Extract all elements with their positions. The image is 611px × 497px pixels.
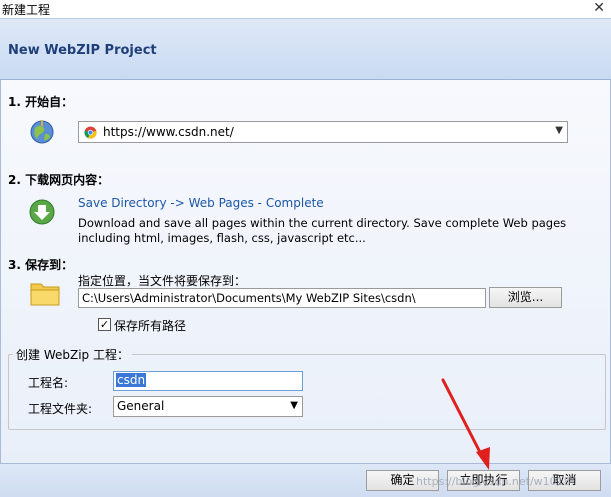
step3-label: 3. 保存到： <box>8 258 74 272</box>
save-all-paths-checkbox[interactable]: ✓ <box>98 318 111 331</box>
save-path-input[interactable]: C:\Users\Administrator\Documents\My WebZ… <box>78 288 486 308</box>
wizard-body: 1. 开始自： https://www.csdn.net/ ▼ 2. 下载网页内… <box>0 80 611 463</box>
start-url-value: https://www.csdn.net/ <box>103 125 234 139</box>
watermark-text: https://blog.csdn.net/w1018 <box>416 475 571 488</box>
save-all-paths-label: 保存所有路径 <box>114 319 187 333</box>
save-location-label: 指定位置，当文件将要保存到： <box>78 274 247 288</box>
close-icon[interactable]: ✕ <box>593 0 605 16</box>
project-name-value: csdn <box>116 373 147 387</box>
chrome-icon <box>84 126 97 139</box>
step2-label: 2. 下载网页内容： <box>8 173 110 187</box>
project-folder-select[interactable]: General ▼ <box>113 396 303 417</box>
chevron-down-icon[interactable]: ▼ <box>290 400 298 411</box>
title-bar: 新建工程 ✕ <box>0 0 611 18</box>
project-name-label: 工程名: <box>28 376 69 390</box>
globe-icon <box>28 118 56 146</box>
download-arrow-icon <box>28 198 56 226</box>
folder-icon <box>29 279 60 307</box>
project-group-title: 创建 WebZip 工程： <box>13 346 132 363</box>
header-title: New WebZIP Project <box>8 43 157 58</box>
step1-label: 1. 开始自： <box>8 95 74 109</box>
chevron-down-icon[interactable]: ▼ <box>555 125 563 136</box>
project-groupbox <box>8 354 606 430</box>
start-url-combobox[interactable]: https://www.csdn.net/ ▼ <box>78 121 568 143</box>
project-folder-label: 工程文件夹: <box>28 402 93 416</box>
download-mode-description: Download and save all pages within the c… <box>78 216 567 245</box>
browse-button[interactable]: 浏览... <box>489 287 562 308</box>
download-mode-link[interactable]: Save Directory -> Web Pages - Complete <box>78 196 324 210</box>
window-title: 新建工程 <box>2 3 51 17</box>
project-folder-value: General <box>117 399 165 413</box>
project-name-input[interactable]: csdn <box>113 371 303 391</box>
wizard-header: New WebZIP Project <box>0 18 611 80</box>
